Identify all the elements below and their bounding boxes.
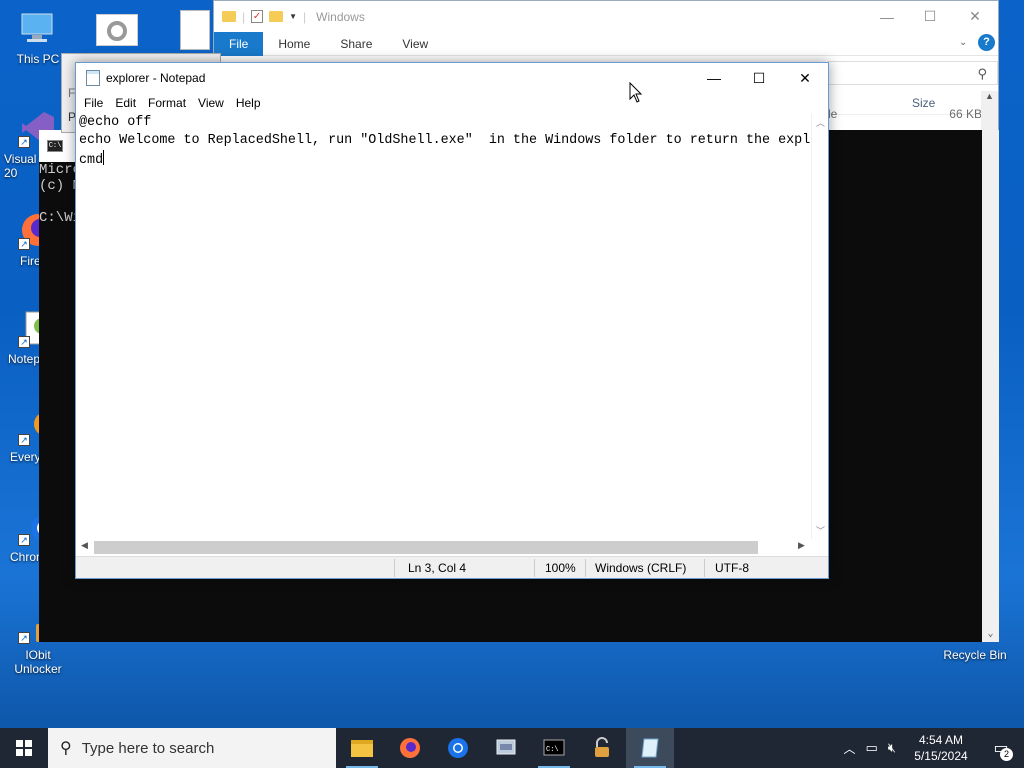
cmd-titlebar[interactable]: C:\: [39, 130, 76, 162]
volume-muted-icon[interactable]: 🔇︎: [888, 740, 896, 756]
firefox-icon: [400, 738, 420, 758]
taskbar: ⚲ Type here to search C:\ ︿ ▭ 🔇︎ 4:54 AM…: [0, 728, 1024, 768]
taskbar-file-explorer[interactable]: [338, 728, 386, 768]
notification-center-button[interactable]: ▭ 2: [986, 728, 1016, 768]
quick-access-toolbar: | ✓ ▼ |: [222, 10, 306, 24]
menu-view[interactable]: View: [192, 96, 230, 110]
notepad-minimize-button[interactable]: —: [691, 63, 737, 93]
shortcut-arrow-icon: ↗: [18, 534, 30, 546]
windows-logo-icon: [16, 740, 32, 756]
notepad-window[interactable]: explorer - Notepad — ☐ ✕ File Edit Forma…: [75, 62, 829, 579]
menu-file[interactable]: File: [78, 96, 109, 110]
shortcut-arrow-icon: ↗: [18, 632, 30, 644]
start-button[interactable]: [0, 728, 48, 768]
network-icon[interactable]: ▭: [866, 740, 878, 756]
shortcut-arrow-icon: ↗: [18, 434, 30, 446]
menu-format[interactable]: Format: [142, 96, 192, 110]
notepad-icon: [641, 738, 659, 758]
taskbar-clock[interactable]: 4:54 AM 5/15/2024: [906, 732, 976, 764]
desktop-icon-label: Recycle Bin: [943, 648, 1007, 662]
command-prompt-icon: C:\: [543, 739, 565, 756]
explorer-maximize-button[interactable]: ☐: [907, 1, 953, 32]
scrollbar-thumb[interactable]: [94, 541, 758, 554]
help-icon[interactable]: ?: [978, 34, 995, 51]
notepad-horizontal-scrollbar[interactable]: ◀ ▶: [76, 539, 812, 556]
clock-date: 5/15/2024: [914, 749, 968, 763]
iobit-unlocker-icon: [595, 737, 609, 757]
notepad-title: explorer - Notepad: [106, 71, 206, 85]
notepad-statusbar: Ln 3, Col 4 100% Windows (CRLF) UTF-8: [76, 556, 828, 578]
menu-help[interactable]: Help: [230, 96, 267, 110]
desktop-icon-settings-file[interactable]: [96, 14, 138, 46]
shortcut-arrow-icon: ↗: [18, 136, 30, 148]
file-size: 66 KB: [949, 106, 982, 121]
notepad-text-area[interactable]: @echo off echo Welcome to ReplacedShell, …: [76, 114, 812, 539]
text-line: @echo off: [79, 115, 152, 130]
gear-icon: [107, 21, 127, 41]
file-row[interactable]: le 66 KB: [828, 103, 984, 124]
taskbar-control-panel[interactable]: [482, 728, 530, 768]
scroll-up-icon[interactable]: ▲: [981, 91, 998, 101]
shortcut-arrow-icon: ↗: [18, 238, 30, 250]
clock-time: 4:54 AM: [918, 733, 964, 747]
command-prompt-icon: C:\: [47, 140, 63, 152]
text-line: cmd: [79, 153, 104, 168]
ribbon-tab-view[interactable]: View: [387, 32, 443, 56]
shortcut-arrow-icon: ↗: [18, 336, 30, 348]
notepad-close-button[interactable]: ✕: [782, 63, 828, 93]
scroll-right-icon[interactable]: ▶: [798, 540, 805, 551]
status-zoom: 100%: [545, 561, 576, 575]
control-panel-icon: [496, 739, 516, 755]
text-line: echo Welcome to ReplacedShell, run "OldS…: [79, 133, 811, 148]
taskbar-notepad[interactable]: [626, 728, 674, 768]
notification-count-badge: 2: [1000, 748, 1013, 761]
status-line-ending: Windows (CRLF): [595, 561, 687, 575]
column-header-size[interactable]: Size: [912, 91, 935, 114]
search-icon: ⚲: [977, 66, 987, 81]
desktop-icon-text-file[interactable]: [180, 10, 210, 50]
status-encoding: UTF-8: [715, 561, 749, 575]
notepad-icon: [86, 70, 100, 86]
chrome-icon: [448, 738, 468, 758]
search-box[interactable]: ⚲: [828, 61, 998, 85]
desktop-icon-label: IObit Unlocker: [14, 648, 62, 676]
folder-icon: [222, 11, 236, 22]
ribbon-tab-file[interactable]: File: [214, 31, 264, 56]
text-caret: [103, 150, 105, 165]
computer-icon: [18, 8, 58, 48]
notepad-menubar: File Edit Format View Help: [76, 93, 828, 113]
status-position: Ln 3, Col 4: [408, 561, 467, 575]
taskbar-chrome[interactable]: [434, 728, 482, 768]
new-folder-icon[interactable]: [269, 11, 284, 22]
chevron-down-icon[interactable]: ⌄: [959, 37, 967, 48]
notepad-vertical-scrollbar[interactable]: ︿ ﹀: [811, 114, 828, 539]
folder-icon: [351, 739, 373, 757]
explorer-minimize-button[interactable]: —: [864, 1, 910, 32]
explorer-title: Windows: [316, 9, 365, 24]
mouse-cursor-icon: [629, 81, 643, 107]
properties-icon[interactable]: ✓: [251, 10, 264, 23]
explorer-ribbon: File Home Share View ⌄ ?: [214, 31, 998, 56]
file-type: le: [828, 106, 838, 121]
ribbon-tab-home[interactable]: Home: [263, 32, 325, 56]
taskbar-command-prompt[interactable]: C:\: [530, 728, 578, 768]
notepad-maximize-button[interactable]: ☐: [736, 63, 782, 93]
scroll-down-icon[interactable]: ⌄: [982, 628, 999, 640]
chevron-down-icon[interactable]: ▼: [289, 12, 297, 21]
ribbon-tab-share[interactable]: Share: [325, 32, 387, 56]
scroll-left-icon[interactable]: ◀: [81, 540, 88, 551]
svg-text:C:\: C:\: [546, 746, 559, 754]
system-tray: ︿ ▭ 🔇︎ 4:54 AM 5/15/2024 ▭ 2: [843, 728, 1024, 768]
taskbar-iobit-unlocker[interactable]: [578, 728, 626, 768]
explorer-close-button[interactable]: ✕: [952, 1, 998, 32]
scroll-down-icon[interactable]: ﹀: [812, 524, 829, 537]
taskbar-search-box[interactable]: ⚲ Type here to search: [48, 728, 336, 768]
search-placeholder: Type here to search: [81, 739, 215, 757]
menu-edit[interactable]: Edit: [109, 96, 142, 110]
chevron-up-icon[interactable]: ︿: [843, 740, 855, 757]
search-icon: ⚲: [60, 740, 72, 757]
cmd-scrollbar[interactable]: ⌄: [982, 130, 999, 642]
scroll-up-icon[interactable]: ︿: [812, 116, 829, 129]
taskbar-firefox[interactable]: [386, 728, 434, 768]
